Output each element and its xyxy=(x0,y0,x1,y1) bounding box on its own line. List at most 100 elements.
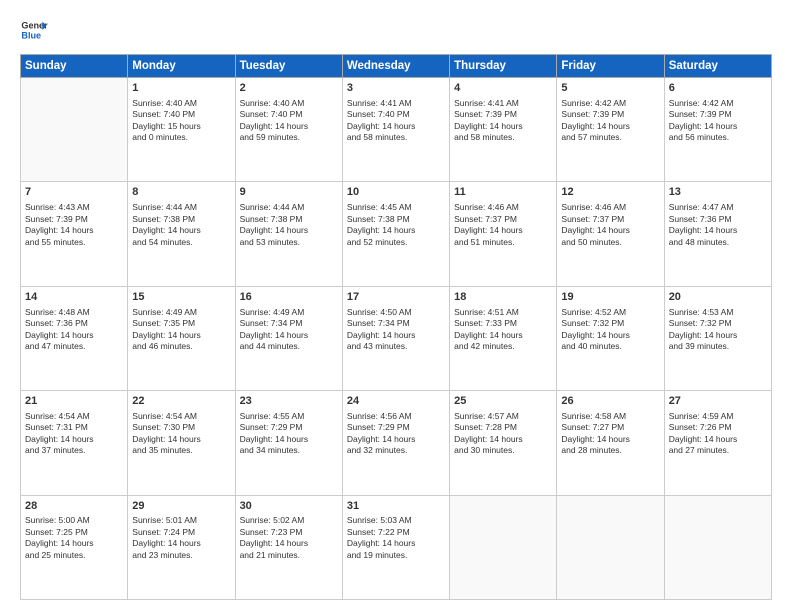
week-row-1: 1 Sunrise: 4:40 AM Sunset: 7:40 PM Daylig… xyxy=(21,78,772,182)
calendar-cell: 29Sunrise: 5:01 AM Sunset: 7:24 PM Dayli… xyxy=(128,495,235,599)
calendar-cell: 31Sunrise: 5:03 AM Sunset: 7:22 PM Dayli… xyxy=(342,495,449,599)
day-number: 3 xyxy=(347,81,445,96)
day-number: 25 xyxy=(454,394,552,409)
week-row-3: 14Sunrise: 4:48 AM Sunset: 7:36 PM Dayli… xyxy=(21,286,772,390)
calendar-cell: 28Sunrise: 5:00 AM Sunset: 7:25 PM Dayli… xyxy=(21,495,128,599)
day-number: 4 xyxy=(454,81,552,96)
weekday-header-thursday: Thursday xyxy=(450,55,557,78)
calendar-cell: 26 Sunrise: 4:58 AM Sunset: 7:27 PM Dayli… xyxy=(557,391,664,495)
day-info: Sunrise: 4:42 AM Sunset: 7:39 PM Dayligh… xyxy=(669,98,767,144)
day-info: Sunrise: 5:02 AM Sunset: 7:23 PM Dayligh… xyxy=(240,515,338,561)
week-row-4: 21 Sunrise: 4:54 AM Sunset: 7:31 PM Dayli… xyxy=(21,391,772,495)
day-number: 6 xyxy=(669,81,767,96)
weekday-header-monday: Monday xyxy=(128,55,235,78)
day-info: Sunrise: 4:40 AM Sunset: 7:40 PM Dayligh… xyxy=(240,98,338,144)
calendar-cell: 22 Sunrise: 4:54 AM Sunset: 7:30 PM Dayli… xyxy=(128,391,235,495)
day-number: 2 xyxy=(240,81,338,96)
svg-text:Blue: Blue xyxy=(21,30,41,40)
day-info: Sunrise: 4:49 AM Sunset: 7:34 PM Dayligh… xyxy=(240,307,338,353)
day-number: 12 xyxy=(561,185,659,200)
logo-icon: General Blue xyxy=(20,16,48,44)
day-number: 29 xyxy=(132,499,230,514)
day-info: Sunrise: 4:44 AM Sunset: 7:38 PM Dayligh… xyxy=(132,202,230,248)
calendar-cell: 27 Sunrise: 4:59 AM Sunset: 7:26 PM Dayli… xyxy=(664,391,771,495)
day-number: 13 xyxy=(669,185,767,200)
day-number: 20 xyxy=(669,290,767,305)
day-number: 18 xyxy=(454,290,552,305)
day-info: Sunrise: 4:46 AM Sunset: 7:37 PM Dayligh… xyxy=(454,202,552,248)
weekday-header-friday: Friday xyxy=(557,55,664,78)
day-info: Sunrise: 4:40 AM Sunset: 7:40 PM Dayligh… xyxy=(132,98,230,144)
calendar-cell: 24Sunrise: 4:56 AM Sunset: 7:29 PM Dayli… xyxy=(342,391,449,495)
calendar-cell: 30Sunrise: 5:02 AM Sunset: 7:23 PM Dayli… xyxy=(235,495,342,599)
calendar-page: General Blue SundayMondayTuesdayWednesda… xyxy=(0,0,792,612)
day-info: Sunrise: 5:01 AM Sunset: 7:24 PM Dayligh… xyxy=(132,515,230,561)
calendar-cell xyxy=(21,78,128,182)
calendar-cell: 16Sunrise: 4:49 AM Sunset: 7:34 PM Dayli… xyxy=(235,286,342,390)
logo: General Blue xyxy=(20,16,48,44)
weekday-header-row: SundayMondayTuesdayWednesdayThursdayFrid… xyxy=(21,55,772,78)
calendar-cell: 25Sunrise: 4:57 AM Sunset: 7:28 PM Dayli… xyxy=(450,391,557,495)
calendar-cell: 18 Sunrise: 4:51 AM Sunset: 7:33 PM Dayli… xyxy=(450,286,557,390)
day-info: Sunrise: 4:44 AM Sunset: 7:38 PM Dayligh… xyxy=(240,202,338,248)
weekday-header-sunday: Sunday xyxy=(21,55,128,78)
calendar-cell: 9 Sunrise: 4:44 AM Sunset: 7:38 PM Daylig… xyxy=(235,182,342,286)
calendar-cell: 13Sunrise: 4:47 AM Sunset: 7:36 PM Dayli… xyxy=(664,182,771,286)
day-number: 28 xyxy=(25,499,123,514)
weekday-header-saturday: Saturday xyxy=(664,55,771,78)
calendar-cell: 5 Sunrise: 4:42 AM Sunset: 7:39 PM Daylig… xyxy=(557,78,664,182)
calendar-cell xyxy=(664,495,771,599)
day-info: Sunrise: 4:45 AM Sunset: 7:38 PM Dayligh… xyxy=(347,202,445,248)
day-number: 8 xyxy=(132,185,230,200)
day-number: 30 xyxy=(240,499,338,514)
day-number: 31 xyxy=(347,499,445,514)
day-info: Sunrise: 4:51 AM Sunset: 7:33 PM Dayligh… xyxy=(454,307,552,353)
day-number: 1 xyxy=(132,81,230,96)
day-info: Sunrise: 5:00 AM Sunset: 7:25 PM Dayligh… xyxy=(25,515,123,561)
day-number: 24 xyxy=(347,394,445,409)
calendar-cell: 7 Sunrise: 4:43 AM Sunset: 7:39 PM Daylig… xyxy=(21,182,128,286)
day-number: 15 xyxy=(132,290,230,305)
day-number: 9 xyxy=(240,185,338,200)
weekday-header-tuesday: Tuesday xyxy=(235,55,342,78)
week-row-2: 7 Sunrise: 4:43 AM Sunset: 7:39 PM Daylig… xyxy=(21,182,772,286)
day-info: Sunrise: 4:43 AM Sunset: 7:39 PM Dayligh… xyxy=(25,202,123,248)
day-info: Sunrise: 4:42 AM Sunset: 7:39 PM Dayligh… xyxy=(561,98,659,144)
day-number: 21 xyxy=(25,394,123,409)
calendar-cell: 4 Sunrise: 4:41 AM Sunset: 7:39 PM Daylig… xyxy=(450,78,557,182)
calendar-cell: 11 Sunrise: 4:46 AM Sunset: 7:37 PM Dayli… xyxy=(450,182,557,286)
calendar-cell: 10 Sunrise: 4:45 AM Sunset: 7:38 PM Dayli… xyxy=(342,182,449,286)
calendar-cell: 12 Sunrise: 4:46 AM Sunset: 7:37 PM Dayli… xyxy=(557,182,664,286)
day-info: Sunrise: 4:49 AM Sunset: 7:35 PM Dayligh… xyxy=(132,307,230,353)
calendar-cell: 8 Sunrise: 4:44 AM Sunset: 7:38 PM Daylig… xyxy=(128,182,235,286)
calendar-cell: 2 Sunrise: 4:40 AM Sunset: 7:40 PM Daylig… xyxy=(235,78,342,182)
day-info: Sunrise: 4:52 AM Sunset: 7:32 PM Dayligh… xyxy=(561,307,659,353)
calendar-cell: 20 Sunrise: 4:53 AM Sunset: 7:32 PM Dayli… xyxy=(664,286,771,390)
day-number: 22 xyxy=(132,394,230,409)
day-info: Sunrise: 4:41 AM Sunset: 7:39 PM Dayligh… xyxy=(454,98,552,144)
day-number: 7 xyxy=(25,185,123,200)
day-number: 5 xyxy=(561,81,659,96)
day-number: 26 xyxy=(561,394,659,409)
day-number: 10 xyxy=(347,185,445,200)
day-info: Sunrise: 4:58 AM Sunset: 7:27 PM Dayligh… xyxy=(561,411,659,457)
calendar-cell: 6 Sunrise: 4:42 AM Sunset: 7:39 PM Daylig… xyxy=(664,78,771,182)
calendar-cell: 15 Sunrise: 4:49 AM Sunset: 7:35 PM Dayli… xyxy=(128,286,235,390)
day-info: Sunrise: 4:50 AM Sunset: 7:34 PM Dayligh… xyxy=(347,307,445,353)
day-number: 27 xyxy=(669,394,767,409)
calendar-cell: 14Sunrise: 4:48 AM Sunset: 7:36 PM Dayli… xyxy=(21,286,128,390)
calendar-cell xyxy=(450,495,557,599)
calendar-cell: 17Sunrise: 4:50 AM Sunset: 7:34 PM Dayli… xyxy=(342,286,449,390)
day-info: Sunrise: 4:46 AM Sunset: 7:37 PM Dayligh… xyxy=(561,202,659,248)
calendar-table: SundayMondayTuesdayWednesdayThursdayFrid… xyxy=(20,54,772,600)
day-info: Sunrise: 4:59 AM Sunset: 7:26 PM Dayligh… xyxy=(669,411,767,457)
calendar-cell xyxy=(557,495,664,599)
calendar-cell: 19 Sunrise: 4:52 AM Sunset: 7:32 PM Dayli… xyxy=(557,286,664,390)
calendar-cell: 1 Sunrise: 4:40 AM Sunset: 7:40 PM Daylig… xyxy=(128,78,235,182)
day-info: Sunrise: 4:54 AM Sunset: 7:30 PM Dayligh… xyxy=(132,411,230,457)
day-number: 19 xyxy=(561,290,659,305)
day-number: 14 xyxy=(25,290,123,305)
day-info: Sunrise: 4:54 AM Sunset: 7:31 PM Dayligh… xyxy=(25,411,123,457)
day-info: Sunrise: 4:53 AM Sunset: 7:32 PM Dayligh… xyxy=(669,307,767,353)
day-number: 11 xyxy=(454,185,552,200)
